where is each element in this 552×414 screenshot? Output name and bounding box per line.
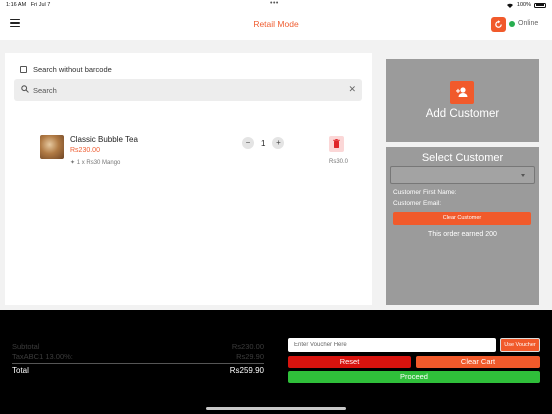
product-price: Rs230.00: [70, 147, 100, 154]
page-title: Retail Mode: [253, 19, 299, 29]
tax-value: Rs29.90: [236, 352, 264, 361]
subtotal-value: Rs230.00: [231, 342, 264, 351]
customer-email-label: Customer Email:: [393, 200, 442, 207]
clear-customer-button[interactable]: Clear Customer: [393, 212, 531, 225]
battery-icon: [534, 2, 546, 8]
customer-dropdown[interactable]: [390, 166, 535, 184]
subtotal-label: Subtotal: [12, 342, 40, 351]
product-thumbnail: [40, 135, 64, 159]
home-indicator[interactable]: [206, 407, 346, 410]
multitasking-dots: •••: [270, 0, 279, 7]
summary-divider: [12, 363, 264, 364]
clear-cart-button[interactable]: Clear Cart: [416, 356, 540, 368]
chevron-down-icon: [521, 174, 525, 177]
clear-search-icon[interactable]: ✕: [348, 84, 356, 94]
battery-percent: 100%: [516, 2, 531, 8]
customer-first-name-label: Customer First Name:: [393, 189, 457, 196]
search-without-barcode-label: Search without barcode: [33, 65, 112, 74]
status-bar: 1:16 AM Fri Jul 7 ••• 100%: [0, 0, 552, 10]
increase-quantity-button[interactable]: +: [272, 137, 285, 149]
add-customer-button[interactable]: Add Customer: [386, 59, 539, 142]
cart-item: Classic Bubble Tea Rs230.00 ✦ 1 x Rs30 M…: [40, 133, 352, 173]
reset-button[interactable]: Reset: [288, 356, 411, 368]
checkout-bar: Subtotal Rs230.00 TaxABC1 13.00%: Rs29.9…: [0, 310, 552, 414]
status-time: 1:16 AM Fri Jul 7: [6, 2, 51, 8]
select-customer-card: Select Customer Customer First Name: Cus…: [386, 147, 539, 305]
decrease-quantity-button[interactable]: −: [242, 137, 254, 149]
voucher-input[interactable]: [288, 338, 496, 352]
connection-status: Online: [509, 20, 538, 27]
tax-row: TaxABC1 13.00%: Rs29.90: [12, 352, 264, 362]
quantity-value: 1: [261, 138, 266, 148]
add-user-icon: [450, 81, 474, 104]
search-without-barcode-checkbox[interactable]: [20, 66, 27, 73]
line-total: Rs30.0: [328, 159, 348, 165]
status-indicators: 100%: [506, 2, 546, 8]
connection-status-label: Online: [518, 20, 539, 27]
top-bar: Retail Mode Online: [0, 10, 552, 40]
select-customer-title: Select Customer: [421, 152, 504, 164]
product-name: Classic Bubble Tea: [70, 135, 138, 144]
order-summary: Subtotal Rs230.00 TaxABC1 13.00%: Rs29.9…: [12, 342, 264, 378]
refresh-icon: [495, 20, 502, 28]
search-bar: ✕: [14, 79, 362, 101]
add-customer-label: Add Customer: [425, 108, 500, 120]
refresh-button[interactable]: [491, 17, 506, 32]
total-label: Total: [12, 366, 29, 375]
wifi-icon: [506, 3, 513, 8]
tax-label: TaxABC1 13.00%:: [12, 352, 73, 361]
total-row: Total Rs259.90: [12, 366, 264, 378]
trash-icon: [333, 139, 340, 148]
product-modifier: ✦ 1 x Rs30 Mango: [70, 160, 121, 166]
online-dot-icon: [509, 20, 515, 27]
search-without-barcode-option[interactable]: Search without barcode: [20, 65, 112, 74]
search-icon: [21, 85, 29, 93]
use-voucher-button[interactable]: Use Voucher: [500, 338, 540, 352]
search-input[interactable]: [33, 82, 333, 98]
quantity-stepper: − 1 +: [242, 137, 285, 149]
delete-item-button[interactable]: [329, 136, 344, 152]
total-value: Rs259.90: [229, 366, 264, 375]
loyalty-points-text: This order earned 200: [428, 231, 497, 238]
proceed-button[interactable]: Proceed: [288, 371, 540, 383]
subtotal-row: Subtotal Rs230.00: [12, 342, 264, 352]
customer-panel: Add Customer Select Customer Customer Fi…: [386, 59, 539, 305]
cart-panel: Search without barcode ✕ Classic Bubble …: [5, 53, 372, 305]
